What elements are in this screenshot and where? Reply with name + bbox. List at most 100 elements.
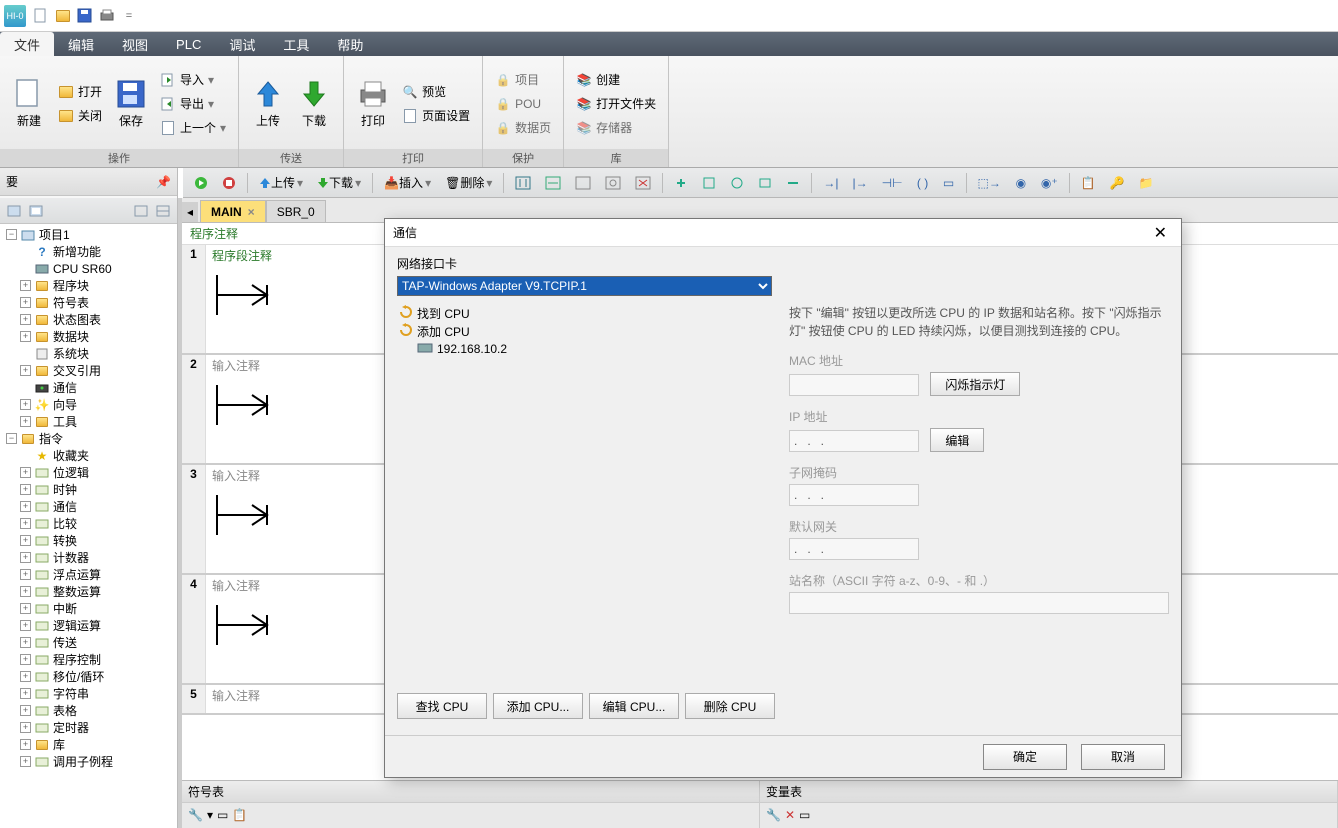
tree-expander-icon[interactable]: +: [20, 416, 31, 427]
qat-save-icon[interactable]: [76, 7, 94, 25]
tb-icon-16[interactable]: ⬚→: [973, 172, 1006, 194]
tree-node[interactable]: +转换: [0, 532, 177, 549]
editor-tab-main[interactable]: MAIN×: [200, 200, 266, 222]
tree-expander-icon[interactable]: +: [20, 399, 31, 410]
tree-btn-2[interactable]: [26, 201, 46, 221]
sym-tb-3[interactable]: ▭: [217, 808, 228, 822]
tb-icon-9[interactable]: [753, 172, 777, 194]
tab-help[interactable]: 帮助: [323, 32, 377, 56]
tree-node[interactable]: −指令: [0, 430, 177, 447]
prev-button[interactable]: 上一个▾: [156, 117, 230, 139]
save-button[interactable]: 保存: [110, 78, 152, 129]
tree-node[interactable]: +时钟: [0, 481, 177, 498]
tree-node[interactable]: 系统块: [0, 345, 177, 362]
tb-icon-7[interactable]: [697, 172, 721, 194]
edit-ip-button[interactable]: 编辑: [930, 428, 984, 452]
tb-icon-10[interactable]: [781, 172, 805, 194]
tree-expander-icon[interactable]: +: [20, 314, 31, 325]
tree-expander-icon[interactable]: +: [20, 705, 31, 716]
tree-node[interactable]: −项目1: [0, 226, 177, 243]
delete-cpu-button[interactable]: 删除 CPU: [685, 693, 775, 719]
sym-tb-1[interactable]: 🔧: [188, 808, 203, 822]
tab-plc[interactable]: PLC: [162, 32, 215, 56]
tree-expander-icon[interactable]: +: [20, 535, 31, 546]
import-button[interactable]: 导入▾: [156, 69, 230, 91]
new-button[interactable]: 新建: [8, 78, 50, 129]
tb-upload-button[interactable]: 上传▾: [254, 172, 308, 194]
qat-more[interactable]: =: [120, 7, 138, 25]
qat-print-icon[interactable]: [98, 7, 116, 25]
tree-node[interactable]: +调用子例程: [0, 753, 177, 770]
sym-tb-2[interactable]: ▾: [207, 808, 213, 822]
tb-icon-5[interactable]: [630, 172, 656, 194]
tree-node[interactable]: +比较: [0, 515, 177, 532]
open-button[interactable]: 打开: [54, 81, 106, 103]
tb-icon-3[interactable]: [570, 172, 596, 194]
tree-btn-4[interactable]: [153, 201, 173, 221]
tree-expander-icon[interactable]: +: [20, 501, 31, 512]
tree-expander-icon[interactable]: +: [20, 654, 31, 665]
tb-icon-18[interactable]: ◉⁺: [1036, 172, 1063, 194]
tree-node[interactable]: CPU SR60: [0, 260, 177, 277]
tree-node[interactable]: +数据块: [0, 328, 177, 345]
tree-node[interactable]: +状态图表: [0, 311, 177, 328]
cpu-list-item[interactable]: 192.168.10.2: [397, 340, 775, 358]
tree-expander-icon[interactable]: +: [20, 297, 31, 308]
mask-input[interactable]: [789, 484, 919, 506]
tree-expander-icon[interactable]: +: [20, 331, 31, 342]
var-tb-1[interactable]: 🔧: [766, 808, 781, 822]
preview-button[interactable]: 🔍预览: [398, 81, 474, 103]
tb-icon-13[interactable]: ⊣⊢: [877, 172, 908, 194]
find-cpu-button[interactable]: 查找 CPU: [397, 693, 487, 719]
tree-expander-icon[interactable]: +: [20, 518, 31, 529]
project-tree[interactable]: −项目1?新增功能CPU SR60+程序块+符号表+状态图表+数据块系统块+交叉…: [0, 224, 177, 828]
upload-button[interactable]: 上传: [247, 78, 289, 129]
qat-open-icon[interactable]: [54, 7, 72, 25]
tb-icon-15[interactable]: ▭: [938, 172, 960, 194]
tb-icon-14[interactable]: ( ): [912, 172, 934, 194]
tree-node[interactable]: +逻辑运算: [0, 617, 177, 634]
memory-button[interactable]: 📚存储器: [572, 117, 660, 139]
tree-node[interactable]: +表格: [0, 702, 177, 719]
openfolder-button[interactable]: 📚打开文件夹: [572, 93, 660, 115]
tree-node[interactable]: +计数器: [0, 549, 177, 566]
tree-node[interactable]: +程序控制: [0, 651, 177, 668]
create-lib-button[interactable]: 📚创建: [572, 69, 660, 91]
tree-expander-icon[interactable]: +: [20, 739, 31, 750]
tree-node[interactable]: +位逻辑: [0, 464, 177, 481]
tree-node[interactable]: +中断: [0, 600, 177, 617]
tree-node[interactable]: +通信: [0, 498, 177, 515]
mac-input[interactable]: [789, 374, 919, 396]
tb-icon-8[interactable]: [725, 172, 749, 194]
tree-expander-icon[interactable]: −: [6, 433, 17, 444]
var-tb-3[interactable]: ▭: [799, 808, 810, 822]
tree-expander-icon[interactable]: +: [20, 586, 31, 597]
export-button[interactable]: 导出▾: [156, 93, 230, 115]
tb-icon-6[interactable]: [669, 172, 693, 194]
tree-node[interactable]: +符号表: [0, 294, 177, 311]
tab-edit[interactable]: 编辑: [54, 32, 108, 56]
tree-node[interactable]: +浮点运算: [0, 566, 177, 583]
pin-icon[interactable]: 📌: [156, 175, 171, 189]
tb-insert-button[interactable]: 📥插入▾: [379, 172, 436, 194]
cancel-button[interactable]: 取消: [1081, 744, 1165, 770]
tree-node[interactable]: +库: [0, 736, 177, 753]
tb-icon-2[interactable]: [540, 172, 566, 194]
tree-node[interactable]: +定时器: [0, 719, 177, 736]
tree-expander-icon[interactable]: +: [20, 603, 31, 614]
cpu-list-item[interactable]: 添加 CPU: [397, 322, 775, 340]
tree-node[interactable]: +工具: [0, 413, 177, 430]
tree-node[interactable]: ★收藏夹: [0, 447, 177, 464]
close-button[interactable]: 关闭: [54, 105, 106, 127]
tb-icon-4[interactable]: [600, 172, 626, 194]
tree-expander-icon[interactable]: +: [20, 484, 31, 495]
nic-select[interactable]: TAP-Windows Adapter V9.TCPIP.1: [397, 276, 772, 296]
editor-tab-sbr0[interactable]: SBR_0: [266, 200, 326, 222]
tree-expander-icon[interactable]: +: [20, 280, 31, 291]
tree-expander-icon[interactable]: +: [20, 552, 31, 563]
pagesetup-button[interactable]: 页面设置: [398, 105, 474, 127]
edit-cpu-button[interactable]: 编辑 CPU...: [589, 693, 679, 719]
cpu-list-item[interactable]: 找到 CPU: [397, 304, 775, 322]
ip-input[interactable]: [789, 430, 919, 452]
sym-tb-4[interactable]: 📋: [232, 808, 247, 822]
